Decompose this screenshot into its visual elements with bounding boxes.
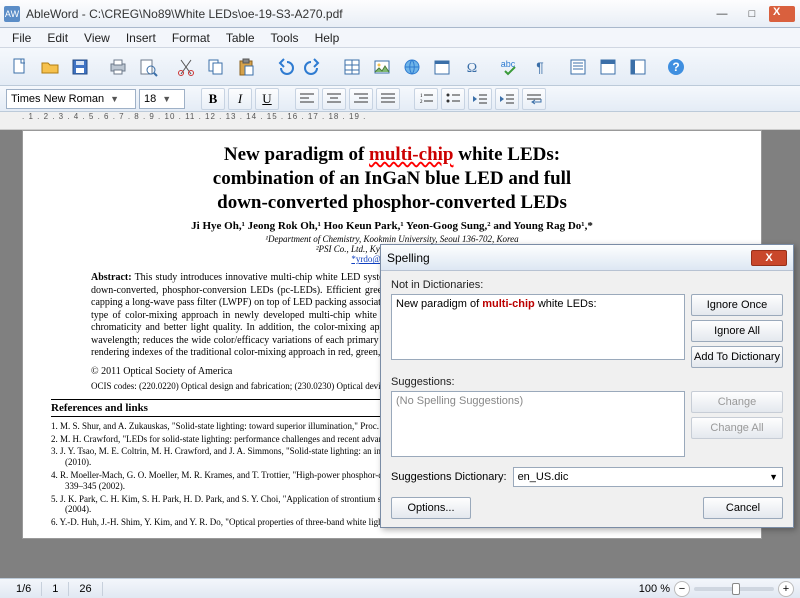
chevron-down-icon: ▼ <box>162 94 171 104</box>
font-size-value: 18 <box>144 93 156 105</box>
status-tab-1[interactable]: 1 <box>42 582 69 596</box>
print-preview-icon[interactable] <box>134 53 162 81</box>
dialog-titlebar[interactable]: Spelling X <box>381 245 793 271</box>
svg-text:Ω: Ω <box>467 61 477 76</box>
dictionary-value: en_US.dic <box>518 471 770 483</box>
window-title: AbleWord - C:\CREG\No89\White LEDs\oe-19… <box>26 7 706 21</box>
font-size-combo[interactable]: 18 ▼ <box>139 89 185 109</box>
insert-date-icon[interactable] <box>428 53 456 81</box>
cancel-button[interactable]: Cancel <box>703 497 783 519</box>
ignore-all-button[interactable]: Ignore All <box>691 320 783 342</box>
paste-icon[interactable] <box>232 53 260 81</box>
redo-icon[interactable] <box>300 53 328 81</box>
svg-text:2: 2 <box>420 100 423 105</box>
dict-label: Suggestions Dictionary: <box>391 471 507 483</box>
close-button[interactable]: X <box>768 5 796 23</box>
horizontal-ruler[interactable]: . 1 . 2 . 3 . 4 . 5 . 6 . 7 . 8 . 9 . 10… <box>0 112 800 130</box>
menu-file[interactable]: File <box>4 29 39 47</box>
title-bar: AW AbleWord - C:\CREG\No89\White LEDs\oe… <box>0 0 800 28</box>
undo-icon[interactable] <box>270 53 298 81</box>
align-justify-icon[interactable] <box>376 88 400 110</box>
svg-text:¶: ¶ <box>536 59 544 75</box>
chevron-down-icon: ▼ <box>110 94 119 104</box>
dialog-close-icon[interactable]: X <box>751 250 787 266</box>
insert-table-icon[interactable] <box>338 53 366 81</box>
layout3-icon[interactable] <box>624 53 652 81</box>
menu-help[interactable]: Help <box>307 29 348 47</box>
menu-table[interactable]: Table <box>218 29 263 47</box>
dialog-title: Spelling <box>387 251 751 265</box>
minimize-button[interactable]: — <box>708 5 736 23</box>
help-icon[interactable]: ? <box>662 53 690 81</box>
not-in-dict-textbox[interactable]: New paradigm of multi-chip white LEDs: <box>391 294 685 360</box>
spellcheck-icon[interactable]: abc <box>496 53 524 81</box>
menu-edit[interactable]: Edit <box>39 29 76 47</box>
authors: Ji Hye Oh,¹ Jeong Rok Oh,¹ Hoo Keun Park… <box>51 220 733 232</box>
spelling-dialog: Spelling X Not in Dictionaries: New para… <box>380 244 794 528</box>
maximize-button[interactable]: □ <box>738 5 766 23</box>
layout2-icon[interactable] <box>594 53 622 81</box>
num-list-icon[interactable]: 12 <box>414 88 438 110</box>
not-in-dict-label: Not in Dictionaries: <box>391 279 783 291</box>
page-indicator[interactable]: 1/6 <box>6 582 42 596</box>
align-left-icon[interactable] <box>295 88 319 110</box>
align-right-icon[interactable] <box>349 88 373 110</box>
zoom-value: 100 % <box>639 583 670 595</box>
zoom-in-button[interactable]: + <box>778 581 794 597</box>
bul-list-icon[interactable] <box>441 88 465 110</box>
zoom-slider[interactable] <box>694 587 774 591</box>
menu-view[interactable]: View <box>76 29 118 47</box>
menu-insert[interactable]: Insert <box>118 29 164 47</box>
zoom-slider-thumb[interactable] <box>732 583 740 595</box>
dictionary-select[interactable]: en_US.dic ▼ <box>513 467 783 487</box>
suggestions-label: Suggestions: <box>391 376 783 388</box>
main-toolbar: Ω abc ¶ ? <box>0 48 800 86</box>
pilcrow-icon[interactable]: ¶ <box>526 53 554 81</box>
zoom-out-button[interactable]: − <box>674 581 690 597</box>
save-icon[interactable] <box>66 53 94 81</box>
insert-image-icon[interactable] <box>368 53 396 81</box>
font-family-combo[interactable]: Times New Roman ▼ <box>6 89 136 109</box>
font-family-value: Times New Roman <box>11 93 104 105</box>
menu-tools[interactable]: Tools <box>263 29 307 47</box>
svg-text:1: 1 <box>420 94 423 99</box>
indent-icon[interactable] <box>495 88 519 110</box>
layout1-icon[interactable] <box>564 53 592 81</box>
status-bar: 1/6 1 26 100 % − + <box>0 578 800 598</box>
affiliation-1: ¹Department of Chemistry, Kookmin Univer… <box>51 234 733 244</box>
options-button[interactable]: Options... <box>391 497 471 519</box>
change-button: Change <box>691 391 783 413</box>
insert-char-icon[interactable]: Ω <box>458 53 486 81</box>
chevron-down-icon: ▼ <box>769 472 778 482</box>
status-tab-2[interactable]: 26 <box>69 582 102 596</box>
word-wrap-icon[interactable] <box>522 88 546 110</box>
bold-button[interactable]: B <box>201 88 225 110</box>
zoom-control: 100 % − + <box>639 581 794 597</box>
add-to-dictionary-button[interactable]: Add To Dictionary <box>691 346 783 368</box>
ignore-once-button[interactable]: Ignore Once <box>691 294 783 316</box>
align-center-icon[interactable] <box>322 88 346 110</box>
suggestions-listbox[interactable]: (No Spelling Suggestions) <box>391 391 685 457</box>
format-toolbar: Times New Roman ▼ 18 ▼ B I U 12 <box>0 86 800 112</box>
change-all-button: Change All <box>691 417 783 439</box>
outdent-icon[interactable] <box>468 88 492 110</box>
insert-link-icon[interactable] <box>398 53 426 81</box>
new-icon[interactable] <box>6 53 34 81</box>
cut-icon[interactable] <box>172 53 200 81</box>
print-icon[interactable] <box>104 53 132 81</box>
doc-title: New paradigm of multi-chip white LEDs: c… <box>51 143 733 214</box>
svg-text:?: ? <box>672 60 679 74</box>
menu-bar: File Edit View Insert Format Table Tools… <box>0 28 800 48</box>
italic-button[interactable]: I <box>228 88 252 110</box>
copy-icon[interactable] <box>202 53 230 81</box>
underline-button[interactable]: U <box>255 88 279 110</box>
app-icon: AW <box>4 6 20 22</box>
open-icon[interactable] <box>36 53 64 81</box>
menu-format[interactable]: Format <box>164 29 218 47</box>
